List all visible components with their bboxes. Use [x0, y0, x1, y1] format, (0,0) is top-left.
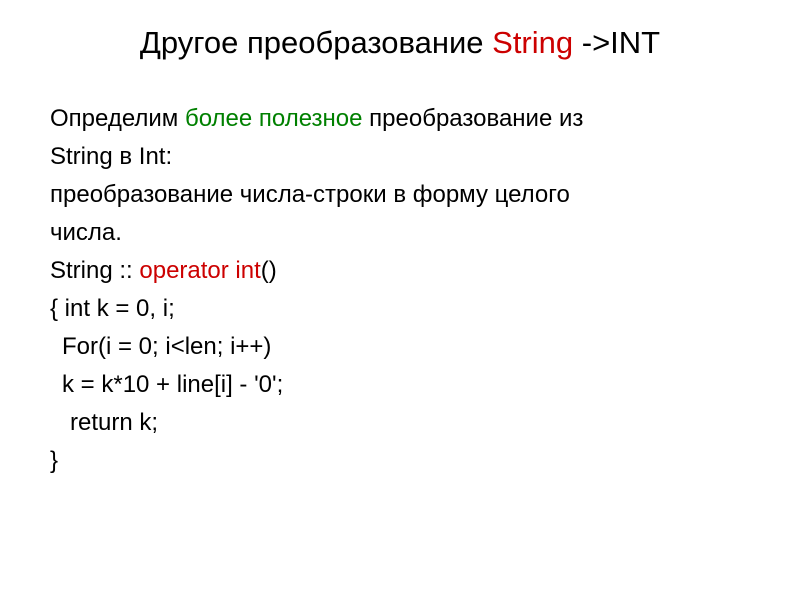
line5-text-b: operator int — [139, 257, 260, 284]
body-line-9: return k; — [70, 405, 750, 441]
line5-text-c: () — [261, 257, 277, 284]
title-part2: String — [492, 25, 582, 60]
title-part3: ->INT — [582, 25, 660, 60]
line1-text-b: более полезное — [185, 105, 369, 132]
body-line-7: For(i = 0; i<len; i++) — [62, 329, 750, 365]
line1-text-a: Определим — [50, 105, 185, 132]
body-line-1: Определим более полезное преобразование … — [50, 101, 750, 137]
line1-text-c: преобразование из — [369, 105, 583, 132]
body-line-8: k = k*10 + line[i] - '0'; — [62, 367, 750, 403]
body-line-6: { int k = 0, i; — [50, 291, 750, 327]
slide-body: Определим более полезное преобразование … — [50, 101, 750, 479]
body-line-10: } — [50, 443, 750, 479]
body-line-4: числа. — [50, 215, 750, 251]
slide-title: Другое преобразование String ->INT — [50, 25, 750, 61]
line5-text-a: String :: — [50, 257, 139, 284]
body-line-2: String в Int: — [50, 139, 750, 175]
body-line-3: преобразование числа-строки в форму цело… — [50, 177, 750, 213]
body-line-5: String :: operator int() — [50, 253, 750, 289]
title-part1: Другое преобразование — [140, 25, 492, 60]
